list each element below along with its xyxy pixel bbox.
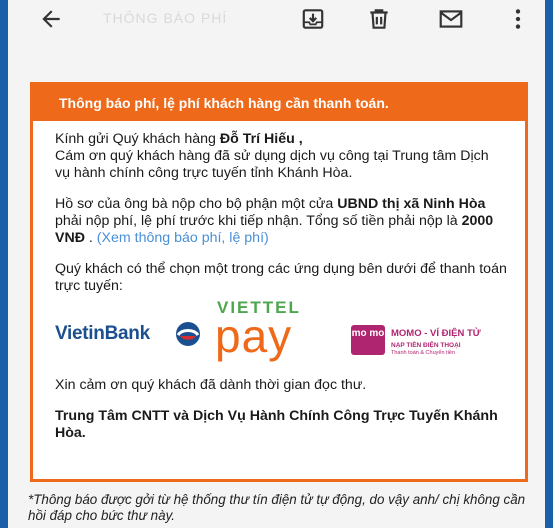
closing-text: Xin cảm ơn quý khách đã dành thời gian đ… xyxy=(55,377,367,393)
view-fee-link[interactable]: (Xem thông báo phí, lệ phí) xyxy=(97,230,269,246)
customer-name: Đỗ Trí Hiếu xyxy=(219,131,295,147)
viettelpay-logo[interactable]: pay xyxy=(215,309,292,363)
dossier-end: . xyxy=(84,230,97,246)
faded-title: THÔNG BÁO PHÍ xyxy=(103,10,228,26)
greeting-prefix: Kính gửi Quý khách hàng xyxy=(55,131,220,147)
email-body: Kính gửi Quý khách hàng Đỗ Trí Hiếu , Cá… xyxy=(33,121,525,442)
vietinbank-logo[interactable]: VietinBank xyxy=(55,324,150,343)
office-name: UBND thị xã Ninh Hòa xyxy=(337,196,486,212)
thanks-line: Cám ơn quý khách hàng đã sử dụng dịch vụ… xyxy=(55,148,489,181)
trash-icon[interactable] xyxy=(366,6,392,32)
more-vert-icon[interactable] xyxy=(505,6,531,32)
momo-subtitle-2: Thanh toán & Chuyển tiền xyxy=(391,350,455,356)
greeting-suffix: , xyxy=(294,131,303,147)
vietinbank-mark-icon xyxy=(176,322,200,346)
signature: Trung Tâm CNTT và Dịch Vụ Hành Chính Côn… xyxy=(55,408,498,441)
email-card: Thông báo phí, lệ phí khách hàng cần tha… xyxy=(30,82,528,482)
save-icon[interactable] xyxy=(300,6,326,32)
momo-logo[interactable]: mo mo xyxy=(351,325,385,355)
app-bar: THÔNG BÁO PHÍ xyxy=(8,0,545,38)
footer-note: *Thông báo được gởi từ hệ thống thư tín … xyxy=(28,492,526,523)
dossier-paragraph: Hồ sơ của ông bà nộp cho bộ phận một cửa… xyxy=(55,196,507,247)
fee-banner: Thông báo phí, lệ phí khách hàng cần tha… xyxy=(33,85,525,121)
phone-screen: THÔNG BÁO PHÍ Thông báo phí, lệ phí khác… xyxy=(8,0,545,528)
greeting-paragraph: Kính gửi Quý khách hàng Đỗ Trí Hiếu , Cá… xyxy=(55,131,507,182)
dossier-mid: phải nộp phí, lệ phí trước khi tiếp nhận… xyxy=(55,213,462,229)
mail-icon[interactable] xyxy=(438,6,464,32)
payment-logos: VietinBank VIETTEL pay mo mo MOMO - VÍ Đ… xyxy=(55,299,507,367)
back-arrow-icon[interactable] xyxy=(38,6,64,32)
dossier-prefix: Hồ sơ của ông bà nộp cho bộ phận một cửa xyxy=(55,196,338,212)
choose-app-text: Quý khách có thể chọn một trong các ứng … xyxy=(55,261,507,294)
